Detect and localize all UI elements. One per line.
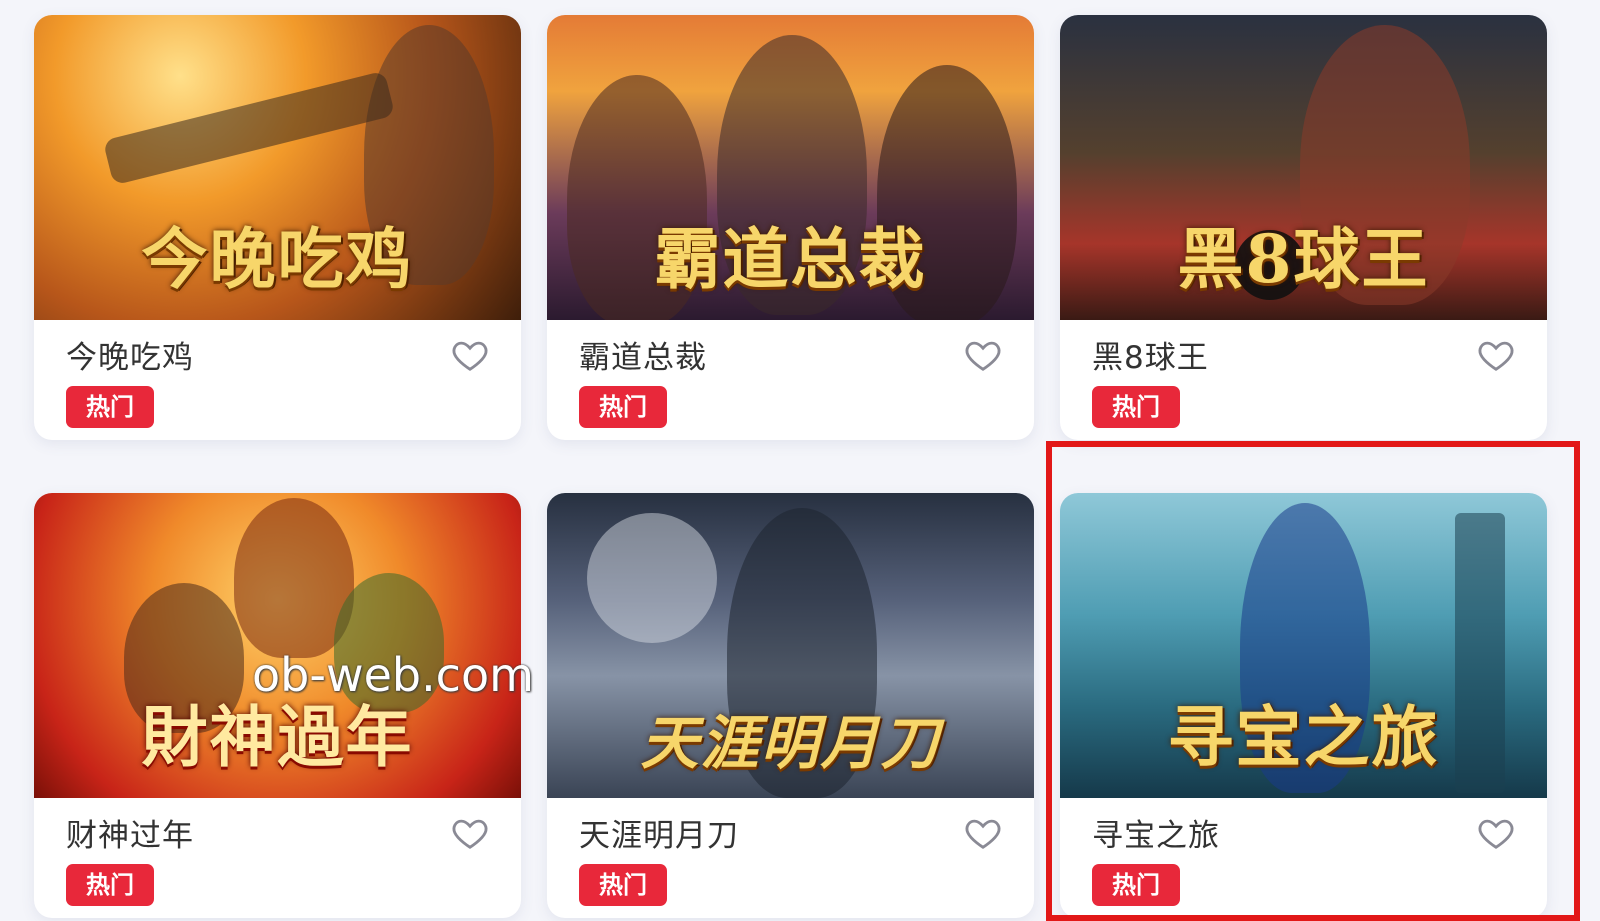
game-cover-image[interactable]: 天涯明月刀 [547, 493, 1034, 798]
card-info: 寻宝之旅 热门 [1060, 798, 1547, 918]
game-card-caishen-guonian[interactable]: 財神過年 财神过年 热门 [34, 493, 521, 918]
cover-title: 霸道总裁 [654, 220, 927, 298]
game-cover-image[interactable]: 寻宝之旅 [1060, 493, 1547, 798]
heart-outline-icon[interactable] [964, 814, 1002, 852]
heart-outline-icon[interactable] [1477, 336, 1515, 374]
game-card-tianya-mingyuedao[interactable]: 天涯明月刀 天涯明月刀 热门 [547, 493, 1034, 918]
game-cover-image[interactable]: 今晚吃鸡 [34, 15, 521, 320]
cover-title: 寻宝之旅 [1167, 698, 1440, 776]
cover-rifle [102, 70, 396, 186]
game-name: 今晚吃鸡 [66, 340, 194, 376]
cover-title: 今晚吃鸡 [141, 220, 414, 298]
cover-title: 黑8球王 [1177, 220, 1430, 298]
card-info: 今晚吃鸡 热门 [34, 320, 521, 440]
heart-outline-icon[interactable] [1477, 814, 1515, 852]
game-cover-image[interactable]: 霸道总裁 [547, 15, 1034, 320]
cover-title: 天涯明月刀 [640, 709, 941, 777]
cover-title: 財神過年 [141, 698, 414, 776]
card-info: 天涯明月刀 热门 [547, 798, 1034, 918]
game-name: 天涯明月刀 [579, 818, 739, 854]
game-cover-image[interactable]: 黑8球王 [1060, 15, 1547, 320]
game-name: 黑8球王 [1092, 340, 1209, 376]
game-name: 霸道总裁 [579, 340, 707, 376]
game-grid: 今晚吃鸡 今晚吃鸡 热门 霸道总裁 霸道总裁 热门 黑8球王 黑8球王 热门 財… [0, 0, 1600, 921]
game-name: 寻宝之旅 [1092, 818, 1220, 854]
heart-outline-icon[interactable] [451, 336, 489, 374]
hot-badge: 热门 [66, 386, 154, 428]
game-card-badao-zongcai[interactable]: 霸道总裁 霸道总裁 热门 [547, 15, 1034, 440]
card-info: 财神过年 热门 [34, 798, 521, 918]
card-info: 黑8球王 热门 [1060, 320, 1547, 440]
hot-badge: 热门 [1092, 386, 1180, 428]
game-card-xunbao-zhilv[interactable]: 寻宝之旅 寻宝之旅 热门 [1060, 493, 1547, 918]
game-card-hei8-qiuwang[interactable]: 黑8球王 黑8球王 热门 [1060, 15, 1547, 440]
heart-outline-icon[interactable] [451, 814, 489, 852]
card-info: 霸道总裁 热门 [547, 320, 1034, 440]
cover-moon [587, 513, 717, 643]
heart-outline-icon[interactable] [964, 336, 1002, 374]
hot-badge: 热门 [579, 386, 667, 428]
game-card-jinwan-chiji[interactable]: 今晚吃鸡 今晚吃鸡 热门 [34, 15, 521, 440]
game-name: 财神过年 [66, 818, 194, 854]
game-cover-image[interactable]: 財神過年 [34, 493, 521, 798]
